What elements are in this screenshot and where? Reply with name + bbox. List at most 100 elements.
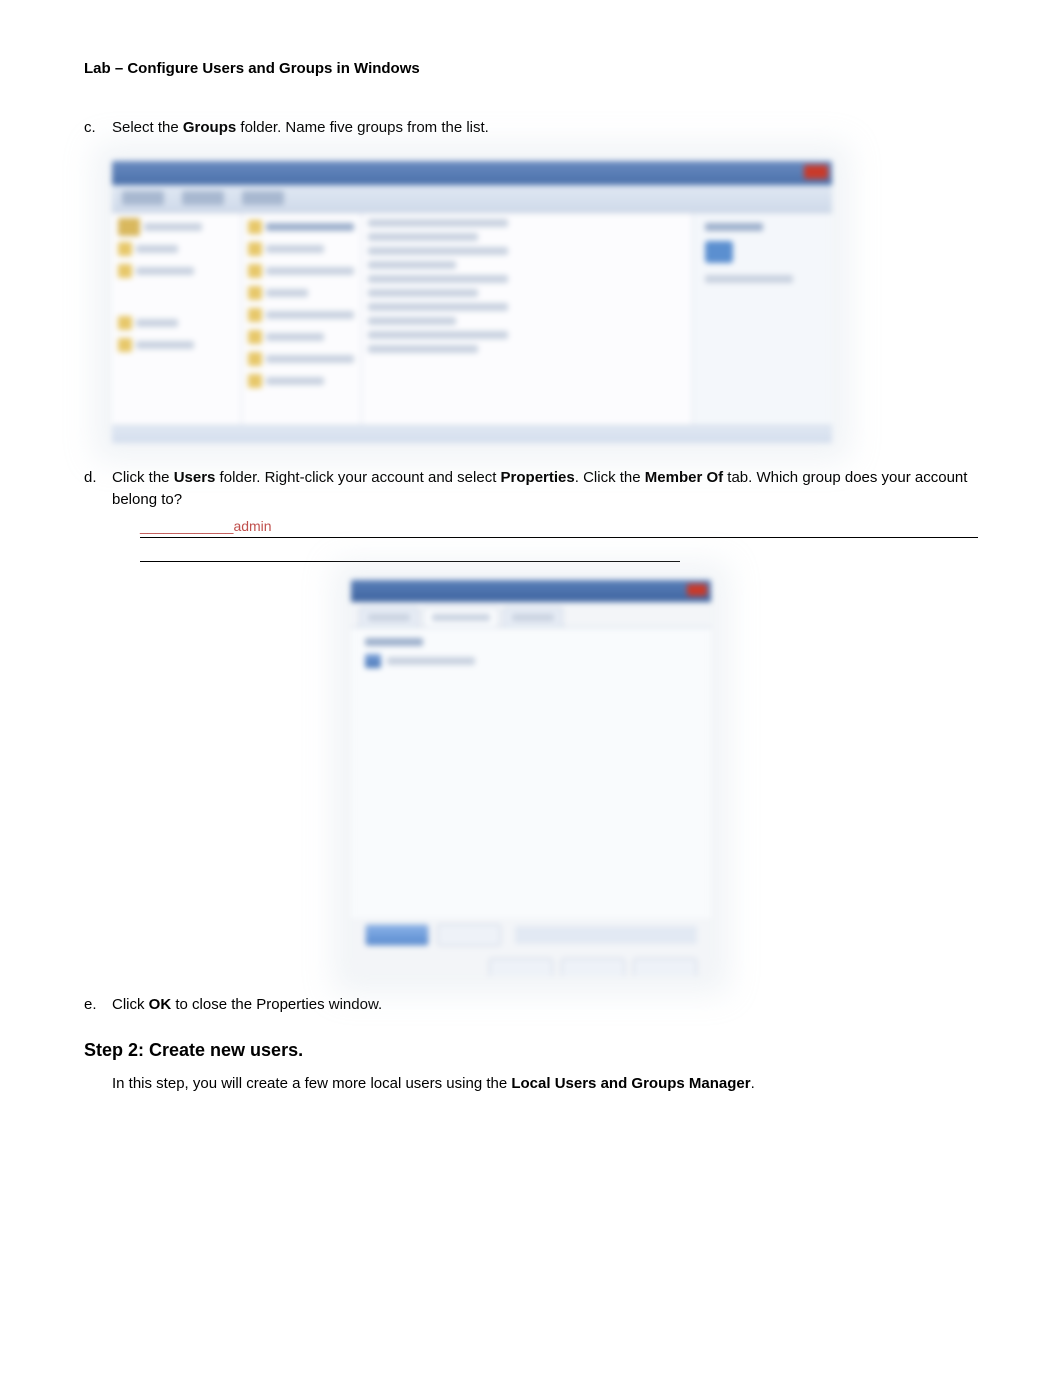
text-line (368, 289, 478, 297)
actions-icon[interactable] (705, 241, 733, 263)
bold-properties: Properties (501, 469, 575, 486)
bold-groups: Groups (183, 119, 236, 136)
list-item[interactable] (248, 219, 355, 235)
group-icon (248, 286, 262, 300)
toolbar-item[interactable] (122, 191, 164, 205)
folder-icon (118, 316, 132, 330)
label (266, 355, 354, 363)
action-item[interactable] (705, 275, 793, 283)
tree-item[interactable] (118, 241, 235, 257)
bold-member-of: Member Of (645, 469, 723, 486)
bold-ok: OK (149, 996, 172, 1013)
label (136, 341, 194, 349)
group-entry[interactable] (365, 654, 697, 668)
tab-member-of[interactable] (423, 607, 499, 627)
text-line (368, 233, 478, 241)
list-item[interactable] (248, 351, 355, 367)
text-line (368, 331, 508, 339)
folder-icon (118, 218, 140, 236)
toolbar-item[interactable] (182, 191, 224, 205)
description-panel (362, 213, 692, 425)
list-item[interactable] (248, 285, 355, 301)
tab-label (432, 614, 490, 621)
close-icon[interactable] (687, 584, 707, 596)
answer-line-1: ____________ admin (140, 518, 978, 538)
list-letter-e: e. (84, 994, 112, 1016)
text-line (368, 275, 508, 283)
ok-button[interactable] (489, 958, 553, 976)
label (136, 267, 194, 275)
member-of-label (365, 638, 423, 646)
tab-general[interactable] (359, 607, 419, 627)
cancel-button[interactable] (561, 958, 625, 976)
tab-label (368, 614, 410, 621)
dialog-tabs (351, 602, 711, 628)
remove-button[interactable] (437, 924, 501, 946)
list-item[interactable] (248, 373, 355, 389)
window-titlebar (112, 161, 832, 185)
instruction-c-body: Select the Groups folder. Name five grou… (112, 117, 978, 139)
text: Select the (112, 119, 183, 136)
management-console-window (112, 161, 832, 443)
answer-line-2 (140, 542, 680, 562)
text-line (368, 247, 508, 255)
apply-button[interactable] (633, 958, 697, 976)
names-panel (242, 213, 362, 425)
text: In this step, you will create a few more… (112, 1075, 511, 1092)
tree-item[interactable] (118, 337, 235, 353)
list-letter-d: d. (84, 467, 112, 489)
label (266, 245, 324, 253)
text-line (368, 345, 478, 353)
label (266, 223, 354, 231)
group-icon (365, 654, 381, 668)
window-toolbar (112, 185, 832, 213)
tree-item[interactable] (118, 315, 235, 331)
list-item[interactable] (248, 263, 355, 279)
window-body (112, 213, 832, 425)
tab-profile[interactable] (503, 607, 563, 627)
page-title: Lab – Configure Users and Groups in Wind… (84, 60, 978, 77)
bold-lusrmgr: Local Users and Groups Manager (511, 1075, 750, 1092)
toolbar-item[interactable] (242, 191, 284, 205)
group-icon (248, 264, 262, 278)
dialog-titlebar (351, 580, 711, 602)
tree-panel (112, 213, 242, 425)
add-button[interactable] (365, 924, 429, 946)
text: folder. Right-click your account and sel… (215, 469, 500, 486)
panel-header (705, 223, 763, 231)
list-item[interactable] (248, 241, 355, 257)
label (266, 267, 354, 275)
properties-dialog (351, 580, 711, 976)
text: . (751, 1075, 755, 1092)
text-line (368, 303, 508, 311)
folder-icon (118, 338, 132, 352)
label (136, 319, 178, 327)
step-2-body: In this step, you will create a few more… (112, 1073, 978, 1094)
text: to close the Properties window. (171, 996, 382, 1013)
answer-value: admin (233, 516, 271, 537)
group-icon (248, 242, 262, 256)
label (266, 377, 324, 385)
tree-item[interactable] (118, 219, 235, 235)
list-item[interactable] (248, 307, 355, 323)
text: Click the (112, 469, 174, 486)
bold-users: Users (174, 469, 216, 486)
label (144, 223, 202, 231)
dialog-button-row-bottom (351, 952, 711, 976)
group-name (387, 657, 475, 665)
close-icon[interactable] (804, 165, 828, 179)
label (266, 311, 354, 319)
text: Click (112, 996, 149, 1013)
text: folder. Name five groups from the list. (236, 119, 489, 136)
group-icon (248, 374, 262, 388)
text-line (368, 261, 456, 269)
tree-item[interactable] (118, 263, 235, 279)
dialog-button-row-mid (351, 918, 711, 952)
text-line (368, 317, 456, 325)
list-item[interactable] (248, 329, 355, 345)
instruction-e-body: Click OK to close the Properties window. (112, 994, 978, 1016)
label (266, 289, 308, 297)
step-2-heading: Step 2: Create new users. (84, 1040, 978, 1061)
answer-underscore: ____________ (140, 516, 233, 537)
answer-area: ____________ admin (140, 518, 978, 562)
